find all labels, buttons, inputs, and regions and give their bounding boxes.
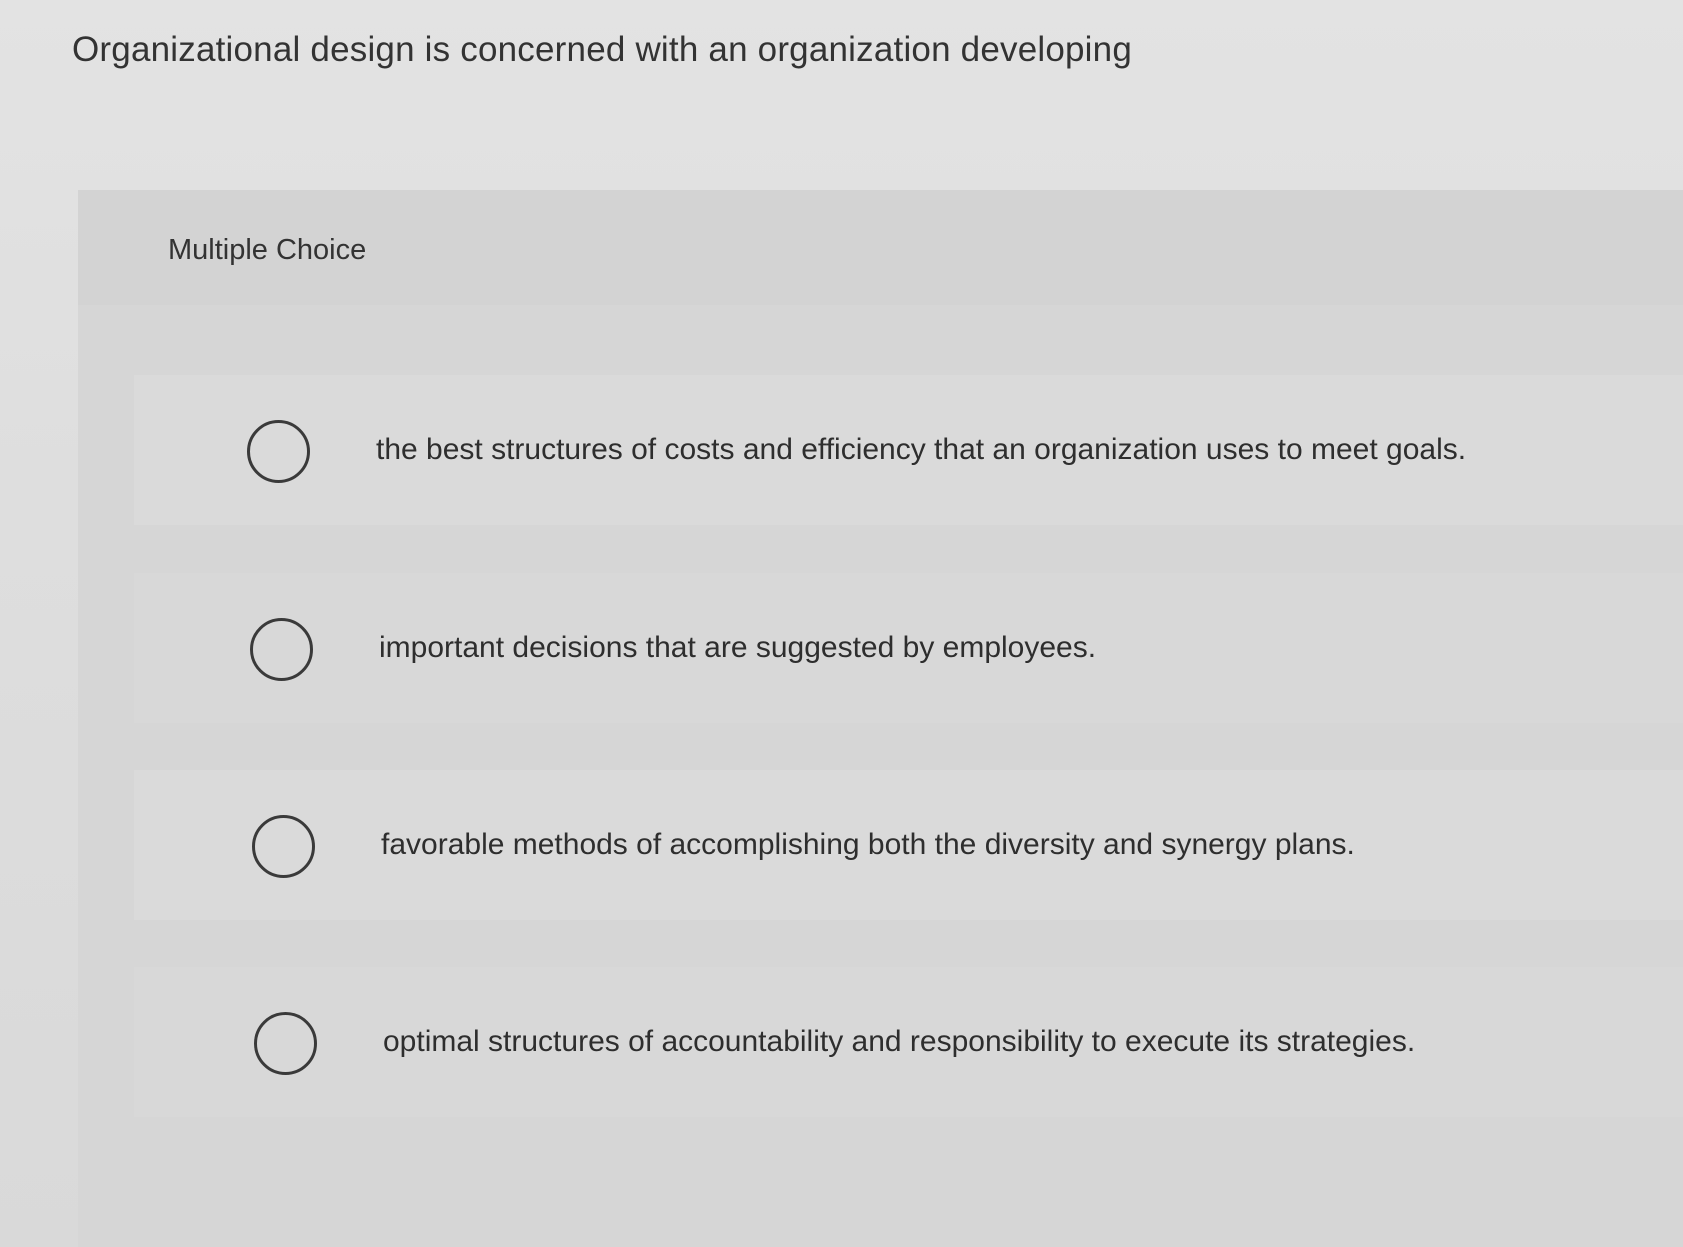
answer-option-1[interactable]: the best structures of costs and efficie…: [134, 375, 1683, 525]
answer-option-2-label[interactable]: important decisions that are suggested b…: [379, 631, 1096, 665]
radio-button-3[interactable]: [252, 815, 315, 878]
radio-button-2[interactable]: [250, 618, 313, 681]
answer-option-4-label[interactable]: optimal structures of accountability and…: [383, 1025, 1415, 1059]
answer-option-3-label[interactable]: favorable methods of accomplishing both …: [381, 828, 1355, 862]
radio-button-4[interactable]: [254, 1012, 317, 1075]
answer-option-3[interactable]: favorable methods of accomplishing both …: [134, 770, 1683, 920]
answer-option-1-label[interactable]: the best structures of costs and efficie…: [376, 433, 1466, 467]
panel-header: Multiple Choice: [78, 190, 1683, 305]
multiple-choice-panel: Multiple Choice the best structures of c…: [78, 190, 1683, 1247]
question-text: Organizational design is concerned with …: [72, 30, 1132, 69]
answer-option-2[interactable]: important decisions that are suggested b…: [134, 573, 1683, 723]
answer-option-4[interactable]: optimal structures of accountability and…: [134, 967, 1683, 1117]
question-type-label: Multiple Choice: [168, 234, 367, 266]
radio-button-1[interactable]: [247, 420, 310, 483]
